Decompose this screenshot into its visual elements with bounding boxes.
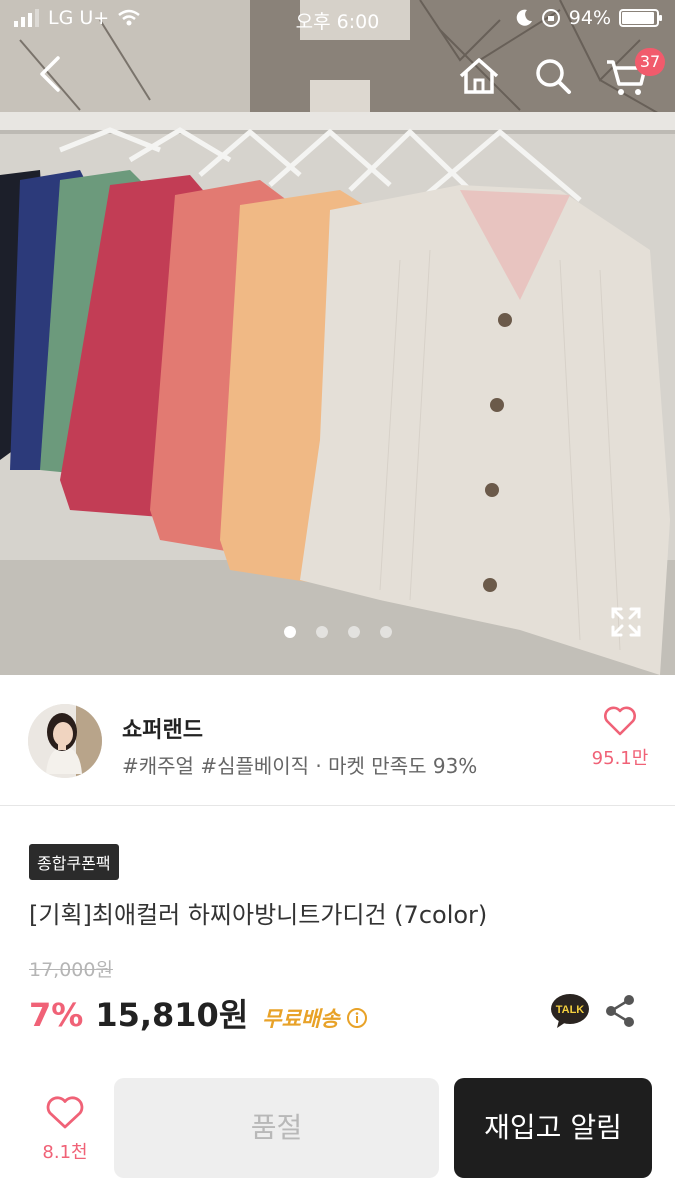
cart-button[interactable]: 37 (603, 48, 665, 100)
battery-icon (619, 9, 662, 27)
product-page: LG U+ 오후 6:00 94% 37 쇼퍼랜드 #캐주얼 #심플베이직 · … (0, 0, 675, 1200)
talk-label: TALK (556, 1004, 585, 1016)
back-icon[interactable] (30, 52, 74, 96)
restock-alert-button[interactable]: 재입고 알림 (454, 1078, 652, 1178)
orientation-lock-icon (541, 9, 560, 27)
carousel-pagination (0, 626, 675, 638)
store-avatar[interactable] (28, 704, 102, 778)
status-bar: LG U+ 오후 6:00 94% (0, 0, 675, 38)
store-like-count: 95.1만 (591, 748, 649, 769)
product-like-button[interactable]: 8.1천 (30, 1096, 100, 1164)
info-icon[interactable] (346, 1007, 368, 1029)
avatar-image (28, 704, 102, 778)
store-name[interactable]: 쇼퍼랜드 (122, 712, 203, 744)
carousel-dot[interactable] (347, 626, 360, 638)
store-tags: #캐주얼 #심플베이직 · 마켓 만족도 93% (122, 754, 478, 778)
moon-icon (516, 9, 532, 26)
sale-price: 15,810원 (95, 996, 249, 1034)
coupon-badge[interactable]: 종합쿠폰팩 (29, 844, 119, 880)
heart-outline-icon (604, 706, 636, 736)
battery-percent: 94% (568, 7, 611, 29)
original-price: 17,000원 (29, 959, 113, 981)
store-like-button[interactable]: 95.1만 (588, 706, 652, 770)
store-info[interactable]: 쇼퍼랜드 #캐주얼 #심플베이직 · 마켓 만족도 93% 95.1만 (0, 676, 675, 806)
fullscreen-icon[interactable] (610, 606, 642, 638)
kakao-talk-icon: TALK (551, 994, 589, 1028)
cardigan-photo (0, 0, 675, 675)
carousel-dot[interactable] (283, 626, 296, 638)
sold-out-button[interactable]: 품절 (114, 1078, 439, 1178)
free-shipping-label: 무료배송 (262, 1007, 340, 1031)
search-icon[interactable] (529, 52, 577, 100)
price-row: 7% 15,810원 무료배송 (29, 990, 368, 1036)
product-title: [기획]최애컬러 하찌아방니트가디건 (7color) (29, 901, 488, 929)
share-icon[interactable] (604, 994, 636, 1028)
discount-rate: 7% (29, 996, 84, 1034)
kakao-talk-button[interactable]: TALK (550, 992, 590, 1030)
top-nav-actions: 37 (455, 48, 665, 100)
home-icon[interactable] (455, 52, 503, 100)
product-like-count: 8.1천 (42, 1142, 88, 1163)
product-image-carousel[interactable]: LG U+ 오후 6:00 94% 37 (0, 0, 675, 675)
cart-count-badge: 37 (635, 48, 665, 76)
heart-outline-icon (46, 1096, 84, 1129)
carousel-dot[interactable] (315, 626, 328, 638)
carousel-dot[interactable] (379, 626, 392, 638)
